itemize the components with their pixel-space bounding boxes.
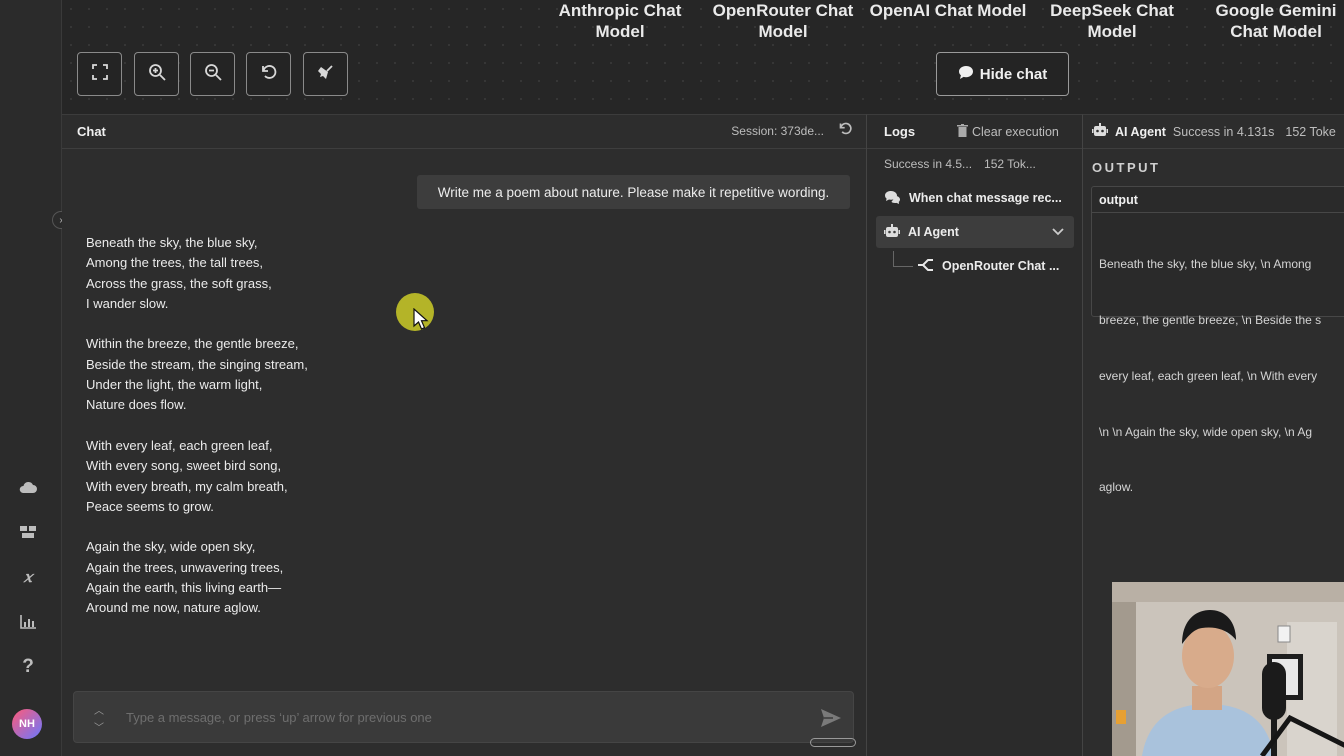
output-card: output Beneath the sky, the blue sky, \n…	[1091, 186, 1344, 494]
reset-zoom-button[interactable]	[246, 52, 291, 96]
poem-line: I wander slow.	[86, 295, 169, 311]
presenter-video-image	[1112, 582, 1344, 756]
log-item-ai-agent[interactable]: AI Agent	[876, 216, 1074, 248]
insights-icon[interactable]	[17, 611, 39, 633]
webcam-overlay	[1112, 582, 1344, 756]
left-sidebar: 𝑥 ? NH	[0, 0, 62, 756]
history-arrows[interactable]: ︿ ﹀	[92, 702, 106, 734]
output-line: \n \n Again the sky, wide open sky, \n A…	[1099, 424, 1313, 439]
chevron-down-icon[interactable]: ﹀	[94, 719, 104, 734]
variables-icon[interactable]: 𝑥	[17, 566, 39, 588]
output-tokens: 152 Toke	[1285, 124, 1336, 139]
chat-bubbles-icon	[884, 190, 901, 207]
chat-title: Chat	[77, 124, 106, 139]
poem-line: Nature does flow.	[86, 397, 187, 413]
chat-input-box: ︿ ﹀	[73, 691, 854, 743]
log-item-label: When chat message rec...	[909, 191, 1062, 205]
workflow-canvas[interactable]: Anthropic Chat Model OpenRouter Chat Mod…	[62, 0, 1344, 114]
clear-execution-button[interactable]: Clear execution	[957, 124, 1059, 140]
templates-icon[interactable]	[17, 521, 39, 543]
assistant-message: Beneath the sky, the blue sky, Among the…	[86, 233, 308, 639]
tidy-up-button[interactable]	[303, 52, 348, 96]
output-header: AI Agent Success in 4.131s 152 Toke	[1083, 115, 1344, 149]
poem-line: Again the trees, unwavering trees,	[86, 559, 284, 575]
poem-stanza: With every leaf, each green leaf, With e…	[86, 436, 308, 517]
logs-header: Logs Clear execution	[867, 115, 1082, 149]
fit-view-button[interactable]	[77, 52, 122, 96]
log-item-label: OpenRouter Chat ...	[942, 259, 1060, 273]
log-item-chat-trigger[interactable]: When chat message rec...	[876, 182, 1074, 214]
robot-icon	[884, 223, 900, 241]
poem-line: Under the light, the warm light,	[86, 377, 263, 393]
poem-line: Among the trees, the tall trees,	[86, 255, 264, 271]
node-label-deepseek[interactable]: DeepSeek Chat Model	[1044, 0, 1180, 42]
chat-header: Chat Session: 373de...	[62, 115, 866, 149]
session-id[interactable]: Session: 373de...	[731, 124, 824, 138]
logs-stats: Success in 4.5... 152 Tok...	[884, 157, 1036, 171]
poem-line: Beneath the sky, the blue sky,	[86, 235, 258, 250]
zoom-out-button[interactable]	[190, 52, 235, 96]
log-item-openrouter[interactable]: OpenRouter Chat ...	[909, 250, 1079, 282]
poem-line: With every leaf, each green leaf,	[86, 437, 273, 453]
poem-line: Peace seems to grow.	[86, 498, 214, 514]
chat-input[interactable]	[126, 706, 786, 728]
output-value[interactable]: Beneath the sky, the blue sky, \n Among …	[1092, 213, 1344, 539]
openrouter-icon	[917, 258, 934, 275]
poem-line: Again the sky, wide open sky,	[86, 539, 256, 555]
log-item-label: AI Agent	[908, 225, 959, 239]
trash-icon	[957, 124, 968, 140]
hide-chat-label: Hide chat	[979, 65, 1048, 83]
node-label-anthropic[interactable]: Anthropic Chat Model	[554, 0, 686, 42]
poem-line: With every song, sweet bird song,	[86, 458, 282, 474]
output-line: aglow.	[1099, 480, 1134, 495]
robot-icon	[1092, 123, 1108, 140]
chat-bubble-icon	[958, 65, 974, 84]
help-icon[interactable]: ?	[17, 656, 39, 678]
poem-line: Across the grass, the soft grass,	[86, 275, 272, 291]
broom-icon	[317, 63, 335, 86]
poem-line: Again the earth, this living earth—	[86, 580, 282, 596]
output-line: Beneath the sky, the blue sky, \n Among	[1099, 257, 1312, 272]
poem-line: Beside the stream, the singing stream,	[86, 356, 308, 372]
send-icon[interactable]	[819, 706, 843, 730]
cloud-icon[interactable]	[17, 476, 39, 498]
logs-panel: Logs Clear execution Success in 4.5... 1…	[866, 114, 1082, 756]
output-status: Success in 4.131s	[1172, 124, 1275, 139]
mouse-pointer-icon	[413, 308, 429, 330]
output-agent-name: AI Agent	[1115, 124, 1166, 139]
zoom-out-icon	[204, 63, 222, 86]
zoom-in-icon	[148, 63, 166, 86]
logs-title: Logs	[884, 124, 916, 139]
clear-execution-label: Clear execution	[972, 125, 1059, 139]
poem-stanza: Again the sky, wide open sky, Again the …	[86, 537, 308, 618]
output-section-label: OUTPUT	[1092, 160, 1161, 175]
hide-chat-button[interactable]: Hide chat	[936, 52, 1069, 96]
node-label-openrouter[interactable]: OpenRouter Chat Model	[708, 0, 858, 42]
chevron-up-icon[interactable]: ︿	[94, 702, 104, 717]
output-line: every leaf, each green leaf, \n With eve…	[1099, 368, 1318, 383]
avatar[interactable]: NH	[12, 709, 42, 739]
output-line: breeze, the gentle breeze, \n Beside the…	[1099, 312, 1322, 327]
user-message: Write me a poem about nature. Please mak…	[417, 175, 850, 209]
undo-icon	[260, 63, 278, 86]
logs-tokens: 152 Tok...	[984, 157, 1036, 171]
resize-handle[interactable]	[810, 738, 856, 747]
poem-line: Around me now, nature aglow.	[86, 600, 261, 616]
poem-stanza: Beneath the sky, the blue sky, Among the…	[86, 233, 308, 314]
chevron-down-icon[interactable]	[1052, 225, 1064, 239]
reset-session-icon[interactable]	[838, 121, 853, 141]
fullscreen-icon	[91, 63, 108, 85]
poem-stanza: Within the breeze, the gentle breeze, Be…	[86, 334, 308, 415]
poem-line: With every breath, my calm breath,	[86, 478, 288, 494]
node-label-gemini[interactable]: Google Gemini Chat Model	[1196, 0, 1344, 42]
logs-status: Success in 4.5...	[884, 157, 973, 171]
poem-line: Within the breeze, the gentle breeze,	[86, 336, 299, 352]
chat-panel: Chat Session: 373de... Write me a poem a…	[62, 114, 866, 756]
node-label-openai[interactable]: OpenAI Chat Model	[868, 0, 1028, 21]
output-field-label: output	[1092, 187, 1344, 213]
zoom-in-button[interactable]	[134, 52, 179, 96]
